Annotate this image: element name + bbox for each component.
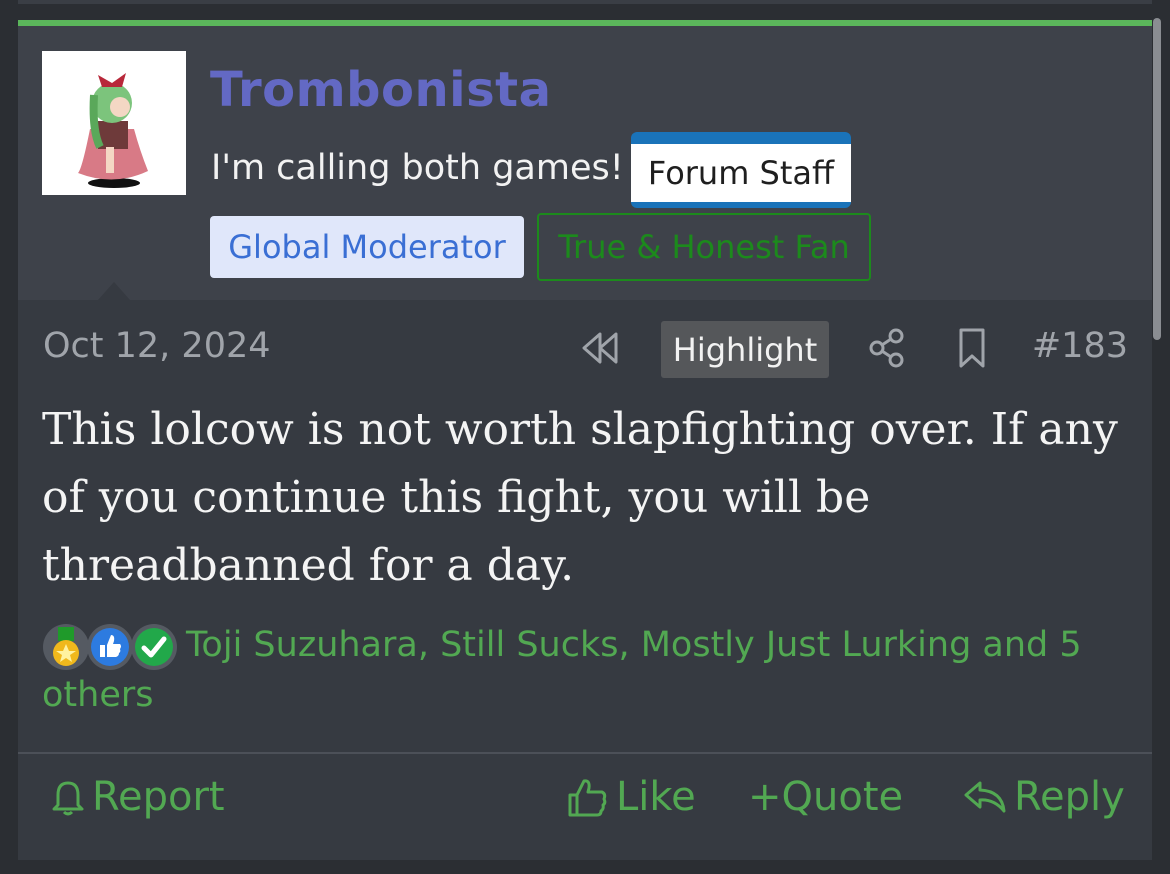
reply-arrow-icon (964, 781, 1006, 813)
post-container: Trombonista I'm calling both games! Foru… (18, 20, 1152, 860)
footer-divider (18, 752, 1152, 754)
post-date[interactable]: Oct 12, 2024 (43, 326, 271, 366)
scrollbar-thumb[interactable] (1153, 18, 1161, 340)
user-block-pointer (98, 282, 130, 300)
thumbs-up-outline-icon (568, 779, 607, 817)
highlight-button[interactable]: Highlight (661, 321, 829, 378)
reactions-bar[interactable]: Toji Suzuhara, Still Sucks, Mostly Just … (42, 620, 1132, 720)
reply-label: Reply (1014, 774, 1125, 820)
staff-badge: Forum Staff (631, 132, 851, 208)
quote-button[interactable]: +Quote (748, 772, 903, 822)
share-icon[interactable] (868, 326, 906, 370)
avatar-image (78, 73, 148, 188)
reply-button[interactable]: Reply (962, 772, 1125, 822)
avatar[interactable] (42, 51, 186, 195)
quote-label: +Quote (748, 774, 904, 820)
reaction-icons (42, 620, 186, 670)
like-label: Like (616, 774, 696, 820)
user-title: I'm calling both games! (211, 148, 624, 188)
reactions-text[interactable]: Toji Suzuhara, Still Sucks, Mostly Just … (42, 625, 1082, 715)
report-button[interactable]: Report (50, 772, 225, 822)
username-link[interactable]: Trombonista (210, 62, 552, 118)
bell-icon (52, 781, 84, 816)
post-number-link[interactable]: #183 (1032, 326, 1128, 366)
banner-global-moderator: Global Moderator (210, 216, 524, 278)
thumbs-up-icon (87, 624, 133, 670)
checkmark-icon (131, 624, 177, 670)
post-body: This lolcow is not worth slapfighting ov… (42, 404, 1118, 591)
medal-icon (43, 624, 89, 670)
user-info-block: Trombonista I'm calling both games! Foru… (18, 26, 1152, 300)
report-label: Report (92, 774, 225, 820)
like-button[interactable]: Like (566, 772, 696, 822)
bookmark-icon[interactable] (955, 326, 989, 370)
banner-true-honest-fan: True & Honest Fan (537, 213, 871, 281)
previous-post-edge (18, 0, 1152, 4)
rewind-icon[interactable] (580, 330, 622, 366)
